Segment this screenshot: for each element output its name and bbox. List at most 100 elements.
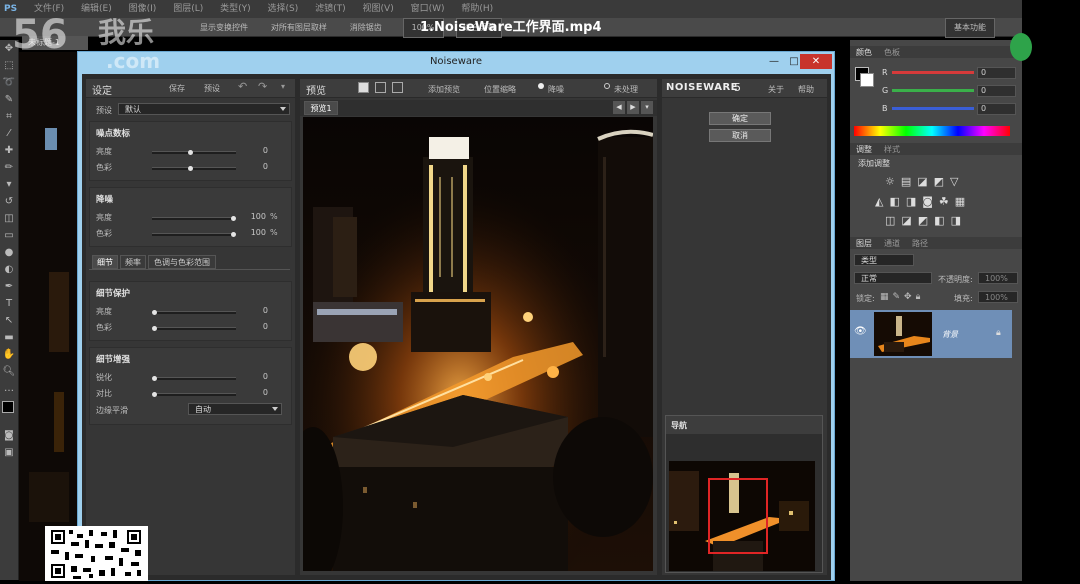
noise-reduction-col-value[interactable]: 100 bbox=[248, 228, 266, 237]
workspace-select[interactable]: 基本功能 bbox=[945, 18, 995, 38]
contrast-slider[interactable] bbox=[152, 392, 236, 397]
ps-menu-item[interactable]: 滤镜(T) bbox=[315, 0, 346, 18]
lasso-tool-icon[interactable]: ➰ bbox=[0, 74, 18, 91]
crop-tool-icon[interactable]: ⌗ bbox=[0, 108, 18, 125]
green-round-button[interactable] bbox=[1010, 33, 1032, 61]
ok-button[interactable]: 确定 bbox=[709, 112, 771, 125]
split-view-icon[interactable] bbox=[375, 82, 386, 93]
noise-level-lum-slider[interactable] bbox=[152, 150, 236, 155]
path-select-tool-icon[interactable]: ↖ bbox=[0, 312, 18, 329]
minimize-button[interactable]: — bbox=[764, 54, 784, 69]
quick-mask-icon[interactable]: ◙ bbox=[0, 427, 18, 444]
channel-b-value[interactable]: 0 bbox=[977, 103, 1016, 115]
slider-knob[interactable] bbox=[188, 166, 193, 171]
channel-g-value[interactable]: 0 bbox=[977, 85, 1016, 97]
slider-knob[interactable] bbox=[152, 326, 157, 331]
radio-before-icon[interactable] bbox=[604, 83, 610, 89]
tab-adjustments[interactable]: 调整 bbox=[856, 144, 872, 155]
zoom-tool-icon[interactable]: 🔍︎ bbox=[0, 363, 18, 380]
slider-knob[interactable] bbox=[152, 310, 157, 315]
fill-field[interactable]: 100% bbox=[978, 291, 1018, 303]
stamp-tool-icon[interactable]: ▾ bbox=[0, 176, 18, 193]
preset-select[interactable]: 默认 bbox=[118, 103, 290, 115]
blur-tool-icon[interactable]: ● bbox=[0, 244, 18, 261]
next-preview-icon[interactable]: ▶ bbox=[627, 101, 639, 114]
sharpen-value[interactable]: 0 bbox=[250, 372, 268, 381]
show-transform-checkbox[interactable]: 显示变换控件 bbox=[200, 19, 248, 37]
detail-protection-lum-slider[interactable] bbox=[152, 310, 236, 315]
quick-select-tool-icon[interactable]: ✎ bbox=[0, 91, 18, 108]
sharpen-slider[interactable] bbox=[152, 376, 236, 381]
brush-tool-icon[interactable]: ✏ bbox=[0, 159, 18, 176]
menu-arrow-icon[interactable]: ▾ bbox=[281, 82, 285, 91]
visibility-eye-icon[interactable]: 👁︎ bbox=[854, 326, 867, 337]
adjust-icons-row3[interactable]: ◫◪◩◧◨ bbox=[885, 214, 967, 227]
layer-kind-filter[interactable]: 类型 bbox=[854, 254, 914, 266]
adjust-icons-row1[interactable]: ☼▤◪◩▽ bbox=[885, 175, 965, 188]
detail-protection-col-value[interactable]: 0 bbox=[250, 322, 268, 331]
anti-alias-checkbox[interactable]: 消除锯齿 bbox=[350, 19, 382, 37]
undo-icon[interactable]: ↶ bbox=[238, 80, 247, 93]
history-brush-icon[interactable]: ↺ bbox=[0, 193, 18, 210]
color-bg-swatch[interactable] bbox=[860, 73, 874, 87]
ps-menu-item[interactable]: 类型(Y) bbox=[220, 0, 251, 18]
color-spectrum[interactable] bbox=[854, 126, 1010, 136]
help-button[interactable]: 帮助 bbox=[798, 84, 814, 95]
noise-reduction-lum-slider[interactable] bbox=[152, 216, 236, 221]
foreground-color-swatch[interactable] bbox=[2, 401, 14, 413]
sample-all-layers-checkbox[interactable]: 对所有图层取样 bbox=[271, 19, 327, 37]
ps-menu-item[interactable]: 选择(S) bbox=[268, 0, 299, 18]
tab-color[interactable]: 颜色 bbox=[856, 47, 872, 58]
healing-tool-icon[interactable]: ✚ bbox=[0, 142, 18, 159]
tab-tone-color-range[interactable]: 色调与色彩范围 bbox=[148, 255, 216, 269]
noise-level-col-value[interactable]: 0 bbox=[250, 162, 268, 171]
channel-r-slider[interactable] bbox=[892, 71, 974, 74]
cancel-button[interactable]: 取消 bbox=[709, 129, 771, 142]
slider-knob[interactable] bbox=[188, 150, 193, 155]
preset-button[interactable]: 预设 bbox=[204, 83, 220, 94]
slider-knob[interactable] bbox=[231, 216, 236, 221]
prev-preview-icon[interactable]: ◀ bbox=[613, 101, 625, 114]
pen-tool-icon[interactable]: ✒ bbox=[0, 278, 18, 295]
screen-mode-icon[interactable]: ▣ bbox=[0, 444, 18, 461]
slider-knob[interactable] bbox=[152, 376, 157, 381]
tab-swatches[interactable]: 色板 bbox=[884, 47, 900, 58]
single-view-icon[interactable] bbox=[358, 82, 369, 93]
about-button[interactable]: 关于 bbox=[768, 84, 784, 95]
save-button[interactable]: 保存 bbox=[169, 83, 185, 94]
preview-image[interactable] bbox=[303, 117, 653, 571]
preview-menu-icon[interactable]: ▾ bbox=[641, 101, 653, 114]
close-button[interactable]: ✕ bbox=[800, 54, 832, 69]
side-by-side-icon[interactable] bbox=[392, 82, 403, 93]
tab-paths[interactable]: 路径 bbox=[912, 238, 928, 249]
more-tools-icon[interactable]: … bbox=[0, 380, 18, 397]
shape-tool-icon[interactable]: ▬ bbox=[0, 329, 18, 346]
channel-r-value[interactable]: 0 bbox=[977, 67, 1016, 79]
tab-frequency[interactable]: 频率 bbox=[120, 255, 146, 269]
slider-knob[interactable] bbox=[231, 232, 236, 237]
channel-b-slider[interactable] bbox=[892, 107, 974, 110]
noise-reduction-col-slider[interactable] bbox=[152, 232, 236, 237]
channel-g-slider[interactable] bbox=[892, 89, 974, 92]
noise-reduction-lum-value[interactable]: 100 bbox=[248, 212, 266, 221]
tab-channels[interactable]: 通道 bbox=[884, 238, 900, 249]
noise-level-col-slider[interactable] bbox=[152, 166, 236, 171]
eraser-tool-icon[interactable]: ◫ bbox=[0, 210, 18, 227]
tab-layers[interactable]: 图层 bbox=[856, 238, 872, 249]
detail-protection-lum-value[interactable]: 0 bbox=[250, 306, 268, 315]
redo-icon[interactable]: ↷ bbox=[258, 80, 267, 93]
layer-row[interactable]: 👁︎ 背景 🔒︎ bbox=[850, 310, 1012, 358]
eyedropper-tool-icon[interactable]: ⁄ bbox=[0, 125, 18, 142]
navigator-thumbnail[interactable] bbox=[669, 461, 815, 571]
edge-smoothing-select[interactable]: 自动 bbox=[188, 403, 282, 415]
detail-protection-col-slider[interactable] bbox=[152, 326, 236, 331]
dodge-tool-icon[interactable]: ◐ bbox=[0, 261, 18, 278]
tab-styles[interactable]: 样式 bbox=[884, 144, 900, 155]
blend-mode-select[interactable]: 正常 bbox=[854, 272, 932, 284]
adjust-icons-row2[interactable]: ◭◧◨◙☘▦ bbox=[875, 195, 971, 208]
radio-after-icon[interactable] bbox=[538, 83, 544, 89]
contrast-value[interactable]: 0 bbox=[250, 388, 268, 397]
lock-icons[interactable]: ▦✎✥🔒︎ bbox=[880, 292, 924, 302]
opacity-field[interactable]: 100% bbox=[978, 272, 1018, 284]
slider-knob[interactable] bbox=[152, 392, 157, 397]
